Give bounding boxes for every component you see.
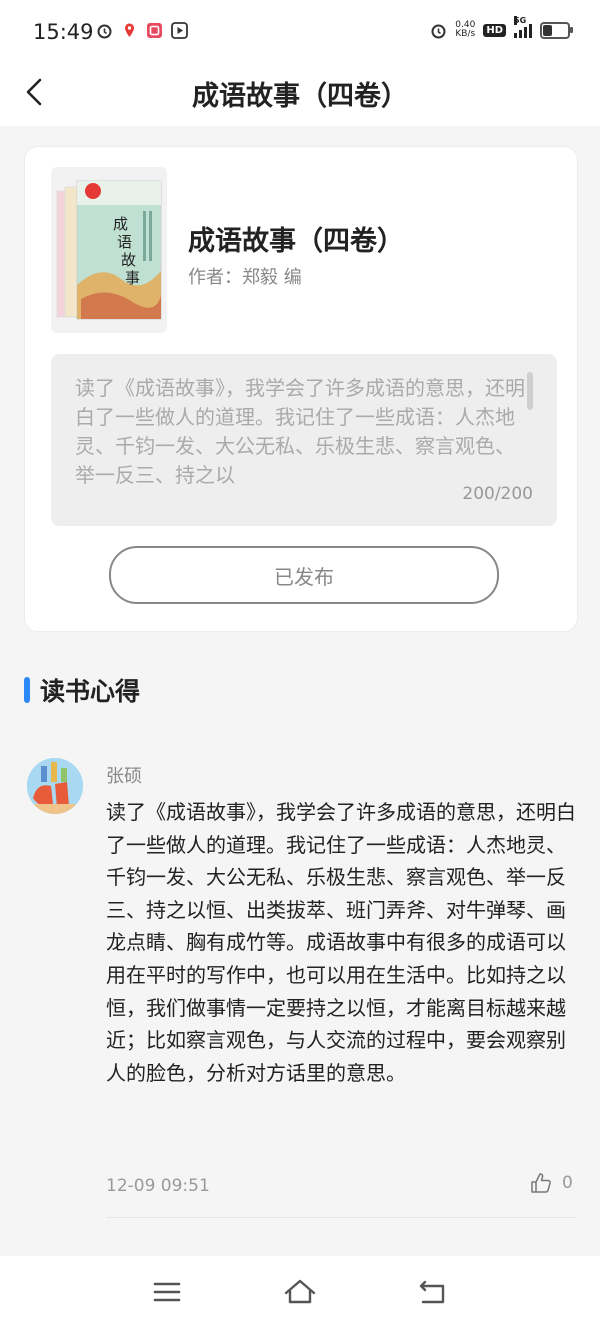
home-icon[interactable]: [280, 1274, 320, 1310]
review-text: 读了《成语故事》，我学会了许多成语的意思，还明白了一些做人的道理。我记住了一些成…: [75, 376, 525, 487]
hd-badge: HD: [483, 23, 506, 37]
avatar[interactable]: [27, 758, 83, 814]
comment-username[interactable]: 张硕: [106, 762, 142, 788]
divider: [106, 1217, 576, 1218]
book-author: 作者：郑毅 编: [188, 267, 302, 288]
signal-label: 5G: [514, 16, 527, 25]
location-pin-icon: [125, 23, 134, 37]
video-app-icon: [171, 22, 188, 39]
comment-timestamp: 12-09 09:51: [106, 1176, 210, 1196]
network-speed-unit: KB/s: [455, 29, 476, 39]
navigation-bar: 成语故事（四卷）: [0, 62, 600, 126]
character-count: 200/200: [462, 484, 533, 504]
svg-text:故: 故: [121, 251, 136, 269]
svg-text:事: 事: [125, 269, 140, 287]
like-button[interactable]: 0: [530, 1172, 573, 1194]
return-icon[interactable]: [413, 1274, 453, 1310]
thumbs-up-icon: [531, 1173, 551, 1193]
svg-text:语: 语: [117, 233, 132, 251]
section-header: 读书心得: [24, 672, 140, 708]
svg-text:成: 成: [113, 215, 128, 233]
published-button[interactable]: 已发布: [109, 546, 499, 604]
system-navigation-bar: [0, 1256, 600, 1326]
status-system-icons: 0.40 KB/s HD 5G: [430, 16, 573, 39]
review-input-box[interactable]: 读了《成语故事》，我学会了许多成语的意思，还明白了一些做人的道理。我记住了一些成…: [51, 354, 557, 526]
menu-icon[interactable]: [147, 1274, 187, 1310]
book-cover-illustration: 成 语 故 事: [51, 167, 167, 333]
app-notification-icon: [147, 23, 162, 38]
avatar-image: [27, 758, 83, 814]
comment-text: 读了《成语故事》，我学会了许多成语的意思，还明白了一些做人的道理。我记住了一些成…: [106, 800, 576, 1085]
book-cover-image: 成 语 故 事: [51, 167, 167, 333]
status-bar: 15:49 0.40 KB/s HD 5G: [0, 0, 600, 62]
page-title: 成语故事（四卷）: [192, 81, 408, 112]
alarm-icon: [97, 24, 112, 39]
status-time: 15:49: [33, 20, 94, 44]
book-title: 成语故事（四卷）: [188, 226, 404, 257]
status-notification-icons: [96, 22, 188, 39]
section-accent-bar: [24, 677, 30, 703]
book-card: 成 语 故 事 成语故事（四卷） 作者：郑毅 编 读了《成语故事》，我学会了许多…: [24, 146, 578, 632]
signal-strength-icon: 5G: [514, 16, 532, 38]
alarm-clock-icon: [431, 24, 446, 38]
network-speed: 0.40 KB/s: [455, 21, 475, 39]
section-title: 读书心得: [40, 677, 141, 706]
battery-icon: [540, 21, 573, 39]
like-count: 0: [562, 1173, 573, 1193]
review-scrollbar[interactable]: [527, 372, 533, 410]
